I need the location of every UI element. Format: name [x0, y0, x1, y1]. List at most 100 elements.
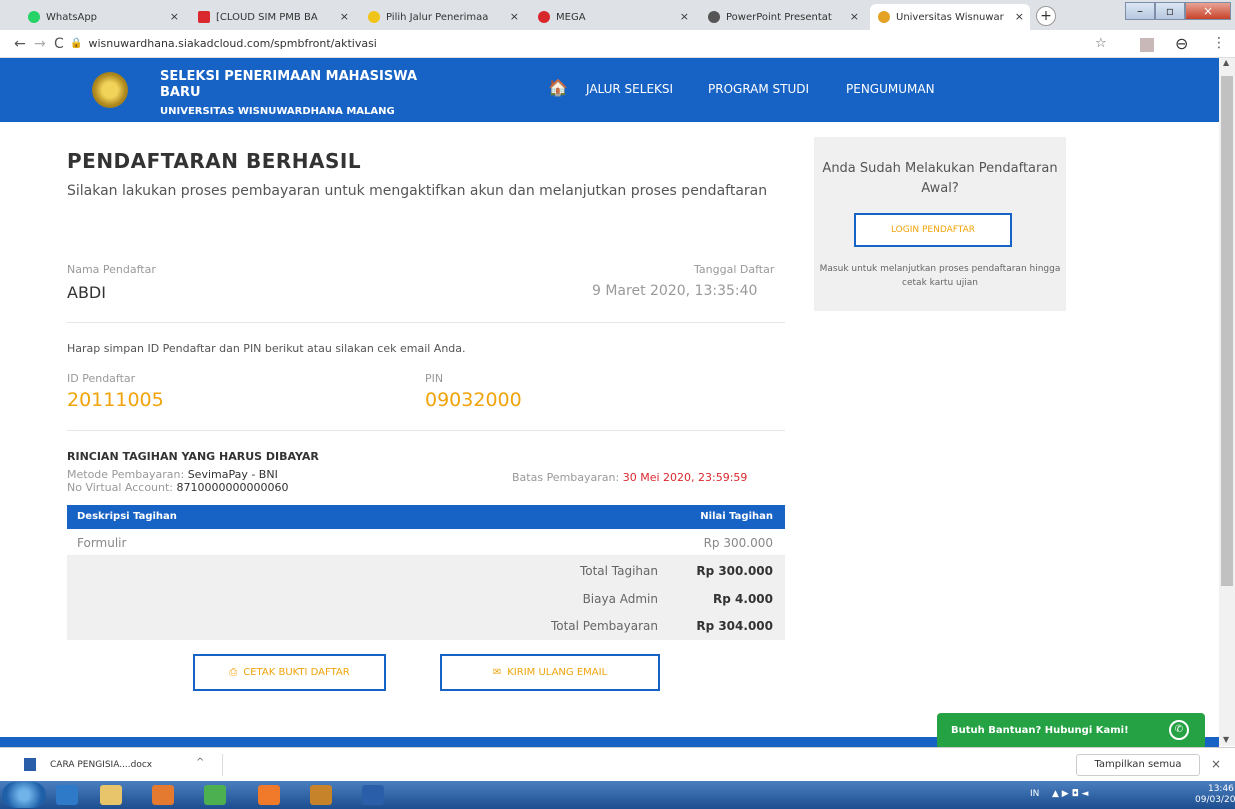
cetak-bukti-daftar-button[interactable]: ⎙ CETAK BUKTI DAFTAR: [193, 654, 386, 691]
show-all-downloads-button[interactable]: Tampilkan semua: [1076, 754, 1200, 776]
scroll-up-arrow-icon[interactable]: ▲: [1223, 58, 1229, 67]
tab-pilih-jalur[interactable]: Pilih Jalur Penerimaa ×: [360, 4, 525, 30]
mega-icon: [538, 11, 550, 23]
close-shelf-icon[interactable]: ×: [1211, 757, 1221, 771]
tab-powerpoint[interactable]: PowerPoint Presentat ×: [700, 4, 865, 30]
divider: [67, 430, 785, 431]
extension-icon[interactable]: [1140, 38, 1154, 52]
login-pendaftar-button[interactable]: LOGIN PENDAFTAR: [854, 213, 1012, 247]
total-pembayaran-value: Rp 304.000: [696, 619, 773, 633]
col-nilai: Nilai Tagihan: [700, 511, 773, 522]
site-header: SELEKSI PENERIMAAN MAHASISWA BARU UNIVER…: [0, 58, 1219, 122]
pin-label: PIN: [425, 372, 444, 385]
windows-taskbar: IN ▲ ▶ ◘ ◄ 13:46 09/03/2020: [0, 781, 1235, 809]
chrome-icon[interactable]: [204, 785, 226, 805]
login-card-note: Masuk untuk melanjutkan proses pendaftar…: [819, 264, 1061, 288]
rincian-tagihan-title: RINCIAN TAGIHAN YANG HARUS DIBAYAR: [67, 450, 319, 463]
metode-value: SevimaPay - BNI: [187, 468, 278, 481]
tab-universitas-wisnuwardhana[interactable]: Universitas Wisnuwar ×: [870, 4, 1030, 30]
firefox-icon[interactable]: [258, 785, 280, 805]
biaya-admin-label: Biaya Admin: [582, 592, 658, 606]
tab-mega[interactable]: MEGA ×: [530, 4, 695, 30]
tab-close-icon[interactable]: ×: [1015, 10, 1024, 23]
envelope-icon: ✉: [492, 667, 502, 678]
login-card-title: Anda Sudah Melakukan Pendaftaran Awal?: [822, 161, 1058, 196]
start-button[interactable]: [2, 782, 46, 808]
back-arrow-icon[interactable]: ←: [14, 36, 26, 52]
tab-label: Pilih Jalur Penerimaa: [386, 11, 489, 23]
page-subtitle: Silakan lakukan proses pembayaran untuk …: [67, 183, 768, 199]
minimize-button[interactable]: –: [1125, 2, 1155, 20]
help-label: Butuh Bantuan? Hubungi Kami!: [951, 725, 1129, 736]
va-value: 8710000000000060: [176, 481, 289, 494]
nama-pendaftar-value: ABDI: [67, 283, 106, 302]
total-tagihan-value: Rp 300.000: [696, 564, 773, 578]
new-tab-button[interactable]: +: [1036, 6, 1056, 26]
taskbar-clock[interactable]: 13:46 09/03/2020: [1195, 784, 1235, 806]
tanggal-daftar-value: 9 Maret 2020, 13:35:40: [592, 283, 758, 299]
nama-pendaftar-label: Nama Pendaftar: [67, 263, 156, 276]
download-shelf: CARA PENGISIA....docx ^ Tampilkan semua …: [0, 747, 1235, 781]
media-player-icon[interactable]: [152, 785, 174, 805]
pin-value: 09032000: [425, 389, 522, 411]
pdf-icon: [198, 11, 210, 23]
home-icon[interactable]: 🏠: [548, 78, 568, 97]
profile-icon[interactable]: ⊖: [1175, 34, 1188, 53]
tray-icons[interactable]: ▲ ▶ ◘ ◄: [1052, 789, 1088, 799]
divider: [67, 322, 785, 323]
chevron-up-icon[interactable]: ^: [196, 757, 204, 768]
tab-whatsapp[interactable]: WhatsApp ×: [20, 4, 185, 30]
tab-close-icon[interactable]: ×: [510, 10, 519, 23]
internet-explorer-icon[interactable]: [56, 785, 78, 805]
save-credentials-note: Harap simpan ID Pendaftar dan PIN beriku…: [67, 342, 466, 355]
download-filename[interactable]: CARA PENGISIA....docx: [50, 760, 152, 770]
reload-icon[interactable]: C: [54, 36, 64, 52]
tab-close-icon[interactable]: ×: [340, 10, 349, 23]
print-icon: ⎙: [229, 667, 238, 678]
scroll-down-arrow-icon[interactable]: ▼: [1223, 735, 1229, 744]
browser-tab-bar: WhatsApp × [CLOUD SIM PMB BA × Pilih Jal…: [0, 0, 1235, 30]
university-logo[interactable]: [92, 72, 128, 108]
whatsapp-icon: [28, 11, 40, 23]
table-row: Formulir Rp 300.000: [67, 529, 785, 556]
nav-jalur-seleksi[interactable]: JALUR SELEKSI: [586, 82, 673, 96]
batas-label: Batas Pembayaran:: [512, 471, 620, 484]
clock-time: 13:46: [1207, 784, 1234, 794]
scrollbar-thumb[interactable]: [1221, 76, 1233, 586]
help-whatsapp-button[interactable]: Butuh Bantuan? Hubungi Kami! ✆: [937, 713, 1205, 749]
nav-program-studi[interactable]: PROGRAM STUDI: [708, 82, 809, 96]
close-window-button[interactable]: ×: [1185, 2, 1231, 20]
tab-close-icon[interactable]: ×: [850, 10, 859, 23]
kirim-ulang-email-button[interactable]: ✉ KIRIM ULANG EMAIL: [440, 654, 660, 691]
tray-language[interactable]: IN: [1030, 789, 1039, 799]
page-title: PENDAFTARAN BERHASIL: [67, 149, 362, 173]
tab-label: WhatsApp: [46, 11, 98, 23]
va-label: No Virtual Account:: [67, 481, 174, 494]
page-scrollbar[interactable]: ▲ ▼: [1219, 58, 1235, 746]
maximize-button[interactable]: ▫: [1155, 2, 1185, 20]
batas-value: 30 Mei 2020, 23:59:59: [622, 471, 748, 484]
clock-date: 09/03/2020: [1195, 795, 1235, 805]
tab-close-icon[interactable]: ×: [170, 10, 179, 23]
row-deskripsi: Formulir: [77, 536, 127, 550]
biaya-admin-value: Rp 4.000: [713, 592, 773, 606]
metode-label: Metode Pembayaran:: [67, 468, 185, 481]
total-tagihan-label: Total Tagihan: [579, 564, 658, 578]
bookmark-star-icon[interactable]: ☆: [1095, 36, 1107, 51]
tab-cloud-sim[interactable]: [CLOUD SIM PMB BA ×: [190, 4, 355, 30]
col-deskripsi: Deskripsi Tagihan: [77, 511, 177, 522]
university-logo-icon: [368, 11, 380, 23]
lock-icon: 🔒: [70, 38, 83, 49]
browser-menu-icon[interactable]: ⋮: [1212, 35, 1226, 51]
forward-arrow-icon[interactable]: →: [34, 36, 46, 52]
tab-close-icon[interactable]: ×: [680, 10, 689, 23]
nav-pengumuman[interactable]: PENGUMUMAN: [846, 82, 935, 96]
login-card: Anda Sudah Melakukan Pendaftaran Awal? L…: [814, 137, 1066, 311]
url-field[interactable]: 🔒 wisnuwardhana.siakadcloud.com/spmbfron…: [70, 35, 1080, 53]
total-pembayaran-label: Total Pembayaran: [550, 619, 658, 633]
folder-icon[interactable]: [100, 785, 122, 805]
word-icon[interactable]: [362, 785, 384, 805]
tab-label: PowerPoint Presentat: [726, 11, 832, 23]
app-icon[interactable]: [310, 785, 332, 805]
brand-title-line2: BARU: [160, 85, 201, 100]
